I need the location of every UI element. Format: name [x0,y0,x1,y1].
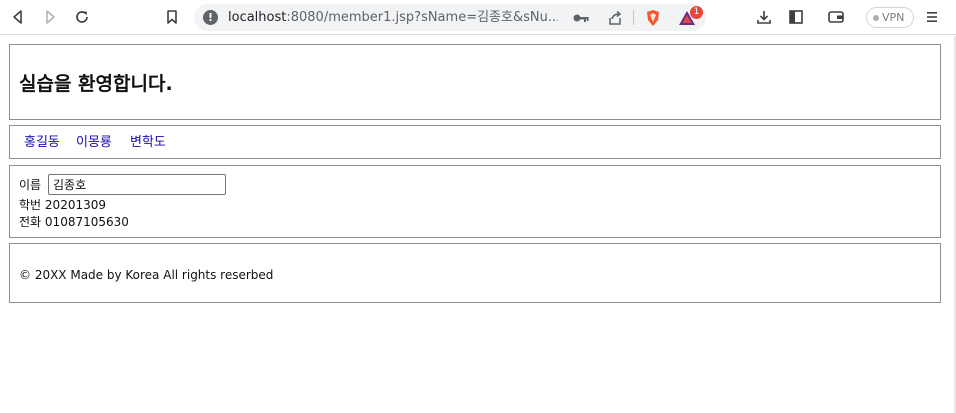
browser-toolbar: ! localhost:8080/member1.jsp?sName=김종호&s… [0,0,956,35]
member-nav: 홍길동 이몽룡 변학도 [9,125,941,159]
name-row: 이름 [19,177,41,193]
download-icon[interactable] [752,5,776,29]
vpn-button[interactable]: VPN [866,7,914,28]
key-icon[interactable] [572,9,590,27]
id-label: 학번 [19,198,42,212]
page-title: 실습을 환영합니다. [19,73,173,95]
page-viewport: 실습을 환영합니다. 홍길동 이몽룡 변학도 이름 학번 20201309 전화… [0,36,956,413]
bookmark-icon[interactable] [160,5,184,29]
name-label: 이름 [19,178,42,192]
name-input[interactable] [48,174,226,195]
rewards-badge: 1 [690,6,703,19]
sidebar-icon[interactable] [784,5,808,29]
menu-icon[interactable] [920,5,944,29]
url-text[interactable]: localhost:8080/member1.jsp?sName=김종호&sNu… [228,9,558,27]
back-arrow-icon[interactable] [6,5,30,29]
page-footer: © 20XX Made by Korea All rights reserbed [9,243,941,303]
phone-label: 전화 [19,215,42,229]
copyright-text: © 20XX Made by Korea All rights reserbed [19,268,274,282]
phone-row: 전화 01087105630 [19,214,129,230]
id-value: 20201309 [44,198,106,212]
phone-value: 01087105630 [44,215,129,229]
vpn-status-dot [873,15,879,21]
address-bar[interactable]: ! localhost:8080/member1.jsp?sName=김종호&s… [194,4,706,31]
brave-rewards-icon[interactable]: 1 [678,6,703,27]
site-info-icon[interactable]: ! [203,10,218,25]
nav-link-byeon[interactable]: 변학도 [130,135,166,151]
id-row: 학번 20201309 [19,197,106,213]
share-icon[interactable] [606,9,624,27]
vpn-label: VPN [882,11,905,24]
member-info: 이름 학번 20201309 전화 01087105630 [9,165,941,238]
nav-link-lee[interactable]: 이몽룡 [76,135,112,151]
omnibox-divider [633,10,634,25]
forward-arrow-icon[interactable] [38,5,62,29]
reload-icon[interactable] [70,5,94,29]
brave-shield-icon[interactable] [644,9,662,27]
nav-link-hong[interactable]: 홍길동 [24,135,60,151]
wallet-icon[interactable] [824,5,848,29]
page-header: 실습을 환영합니다. [9,44,941,120]
